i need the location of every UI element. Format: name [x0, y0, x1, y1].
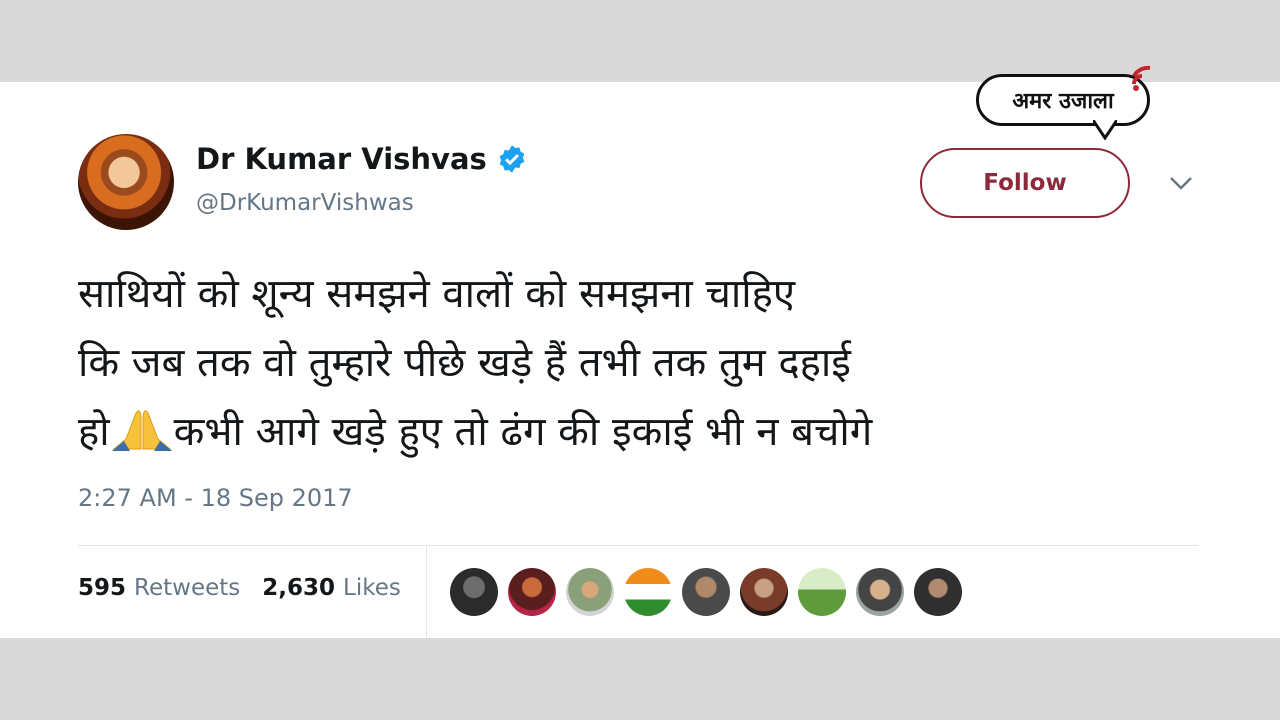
likes-stat[interactable]: 2,630 Likes — [262, 575, 401, 601]
tweet-card: Dr Kumar Vishvas @DrKumarVishwas Follow … — [0, 82, 1280, 638]
user-handle[interactable]: @DrKumarVishwas — [196, 190, 414, 216]
tweet-text-line: हो कभी आगे खड़े हुए तो ढंग की इकाई भी न … — [78, 398, 1228, 467]
tweet-text: साथियों को शून्य समझने वालों को समझना चा… — [78, 260, 1228, 467]
name-row: Dr Kumar Vishvas — [196, 142, 527, 176]
retweets-label: Retweets — [134, 575, 241, 601]
liker-avatar[interactable] — [798, 568, 846, 616]
likes-label: Likes — [343, 575, 401, 601]
tweet-text-line: कि जब तक वो तुम्हारे पीछे खड़े हैं तभी त… — [78, 340, 851, 386]
logo-speech-tail — [1093, 120, 1117, 140]
divider — [78, 545, 1198, 546]
liker-avatar[interactable] — [682, 568, 730, 616]
retweets-stat[interactable]: 595 Retweets — [78, 575, 240, 601]
liker-avatar[interactable] — [740, 568, 788, 616]
chevron-down-icon[interactable] — [1168, 174, 1194, 192]
tweet-stats: 595 Retweets 2,630 Likes — [78, 575, 401, 601]
retweets-count: 595 — [78, 575, 127, 601]
liker-avatar[interactable] — [566, 568, 614, 616]
liker-avatars — [450, 568, 962, 616]
profile-avatar[interactable] — [78, 134, 174, 230]
broadcast-waves-icon — [1132, 65, 1151, 91]
liker-avatar[interactable] — [914, 568, 962, 616]
tweet-text-line: साथियों को शून्य समझने वालों को समझना चा… — [78, 271, 795, 317]
display-name[interactable]: Dr Kumar Vishvas — [196, 142, 487, 176]
liker-avatar[interactable] — [624, 568, 672, 616]
liker-avatar[interactable] — [856, 568, 904, 616]
tweet-text-segment: हो — [78, 409, 110, 455]
divider — [426, 546, 427, 638]
follow-button[interactable]: Follow — [920, 148, 1130, 218]
tweet-timestamp[interactable]: 2:27 AM - 18 Sep 2017 — [78, 484, 353, 512]
likes-count: 2,630 — [262, 575, 336, 601]
folded-hands-icon — [111, 410, 172, 451]
verified-badge-icon — [499, 145, 525, 173]
liker-avatar[interactable] — [508, 568, 556, 616]
liker-avatar[interactable] — [450, 568, 498, 616]
tweet-text-segment: कभी आगे खड़े हुए तो ढंग की इकाई भी न बचो… — [173, 409, 873, 455]
amar-ujala-logo: अमर उजाला — [976, 74, 1150, 126]
